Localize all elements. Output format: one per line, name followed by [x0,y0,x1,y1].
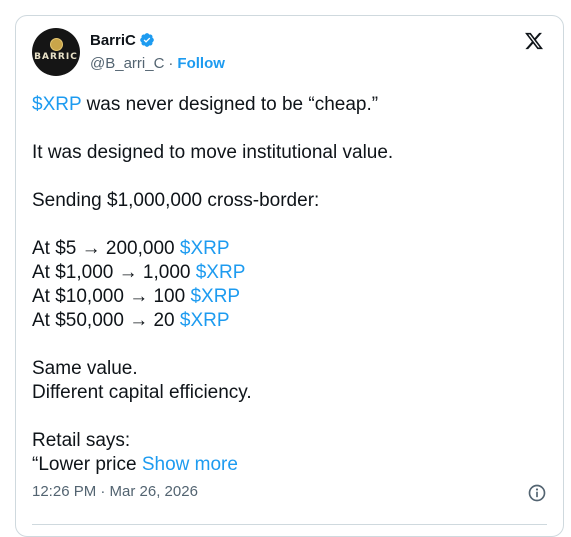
tweet-line-7-text: “Lower price [32,454,142,475]
price-row: At $50,000 → 20 $XRP [32,309,542,333]
tweet-line-3: Sending $1,000,000 cross-border: [32,190,320,211]
separator-dot: · [168,54,174,72]
handle-row: @B_arri_C · Follow [90,53,225,73]
tweet-line-7: “Lower price Show more [32,453,542,477]
handle[interactable]: @B_arri_C [90,55,164,72]
tweet-line-1: $XRP was never designed to be “cheap.” [32,93,542,117]
tweet-line-4: Same value. [32,358,138,379]
cashtag-link[interactable]: $XRP [180,310,230,331]
display-name[interactable]: BarriC [90,32,136,49]
price-row-text: At $1,000 → 1,000 [32,262,196,283]
follow-button[interactable]: Follow [177,55,225,72]
timestamp[interactable]: 12:26 PM · Mar 26, 2026 [32,483,198,500]
verified-badge-icon [140,33,154,47]
tweet-text: $XRP was never designed to be “cheap.” I… [32,93,542,477]
show-more-link[interactable]: Show more [142,454,238,475]
price-row-text: At $50,000 → 20 [32,310,180,331]
tweet-footer: 12:26 PM · Mar 26, 2026 [32,483,547,503]
x-logo-icon[interactable] [523,31,545,51]
tweet-line-2: It was designed to move institutional va… [32,142,394,163]
cashtag-link[interactable]: $XRP [32,94,81,115]
cashtag-link[interactable]: $XRP [196,262,246,283]
price-row: At $10,000 → 100 $XRP [32,285,542,309]
price-row: At $5 → 200,000 $XRP [32,237,542,261]
avatar[interactable]: BARRIC [32,28,80,76]
tweet-line-6: Retail says: [32,430,131,451]
avatar-logo-text: BARRIC [34,52,78,62]
name-row: BarriC [90,30,155,50]
tweet-line-1-text: was never designed to be “cheap.” [81,94,379,115]
tweet-line-5: Different capital efficiency. [32,382,252,403]
price-row-text: At $10,000 → 100 [32,286,191,307]
price-row: At $1,000 → 1,000 $XRP [32,261,542,285]
cashtag-link[interactable]: $XRP [190,286,240,307]
price-row-text: At $5 → 200,000 [32,238,180,259]
coin-logo-icon [50,38,63,51]
tweet-header: BARRIC BarriC @B_arri_C · Follow [32,28,547,78]
cashtag-link[interactable]: $XRP [180,238,230,259]
divider [32,524,547,525]
info-icon[interactable] [527,483,547,503]
tweet-card: BARRIC BarriC @B_arri_C · Follow $XRP wa… [15,15,564,537]
